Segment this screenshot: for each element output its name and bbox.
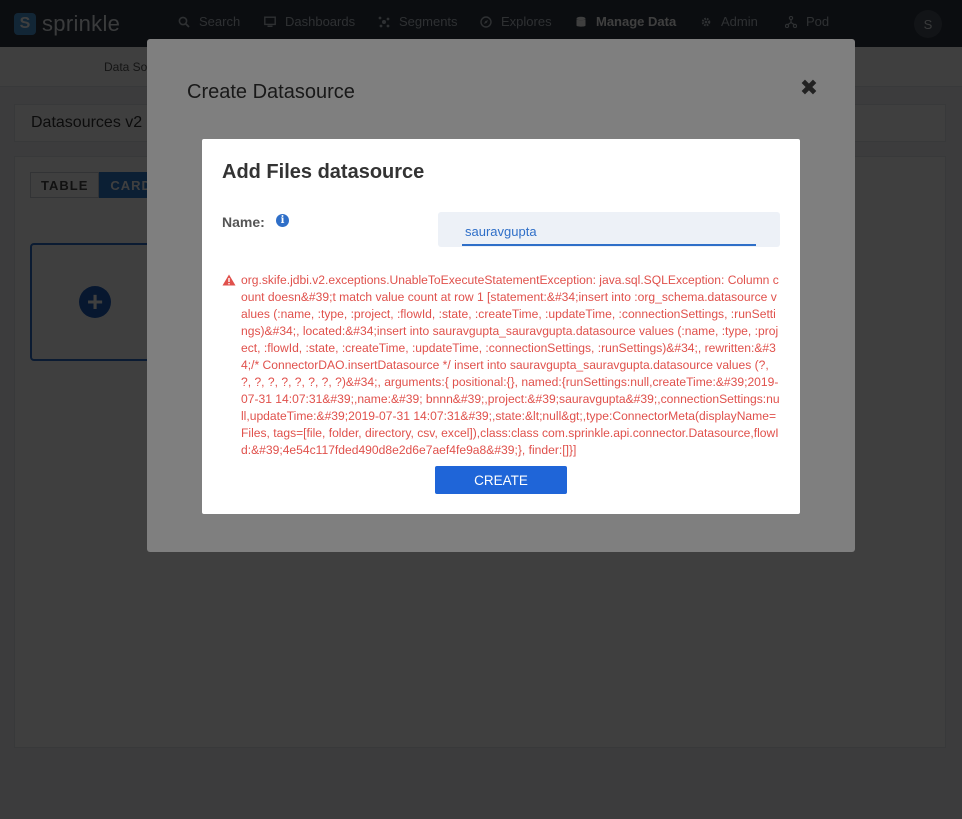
name-input[interactable] — [462, 219, 756, 246]
add-files-title: Add Files datasource — [222, 161, 425, 183]
name-label: Name: — [222, 214, 265, 230]
error-message: org.skife.jdbi.v2.exceptions.UnableToExe… — [241, 273, 780, 457]
add-files-datasource-modal: Add Files datasource Name: i org.skife.j… — [202, 139, 800, 514]
create-button[interactable]: CREATE — [435, 466, 567, 494]
warning-icon — [222, 274, 236, 286]
name-field-container — [438, 212, 780, 247]
info-icon[interactable]: i — [276, 214, 289, 227]
